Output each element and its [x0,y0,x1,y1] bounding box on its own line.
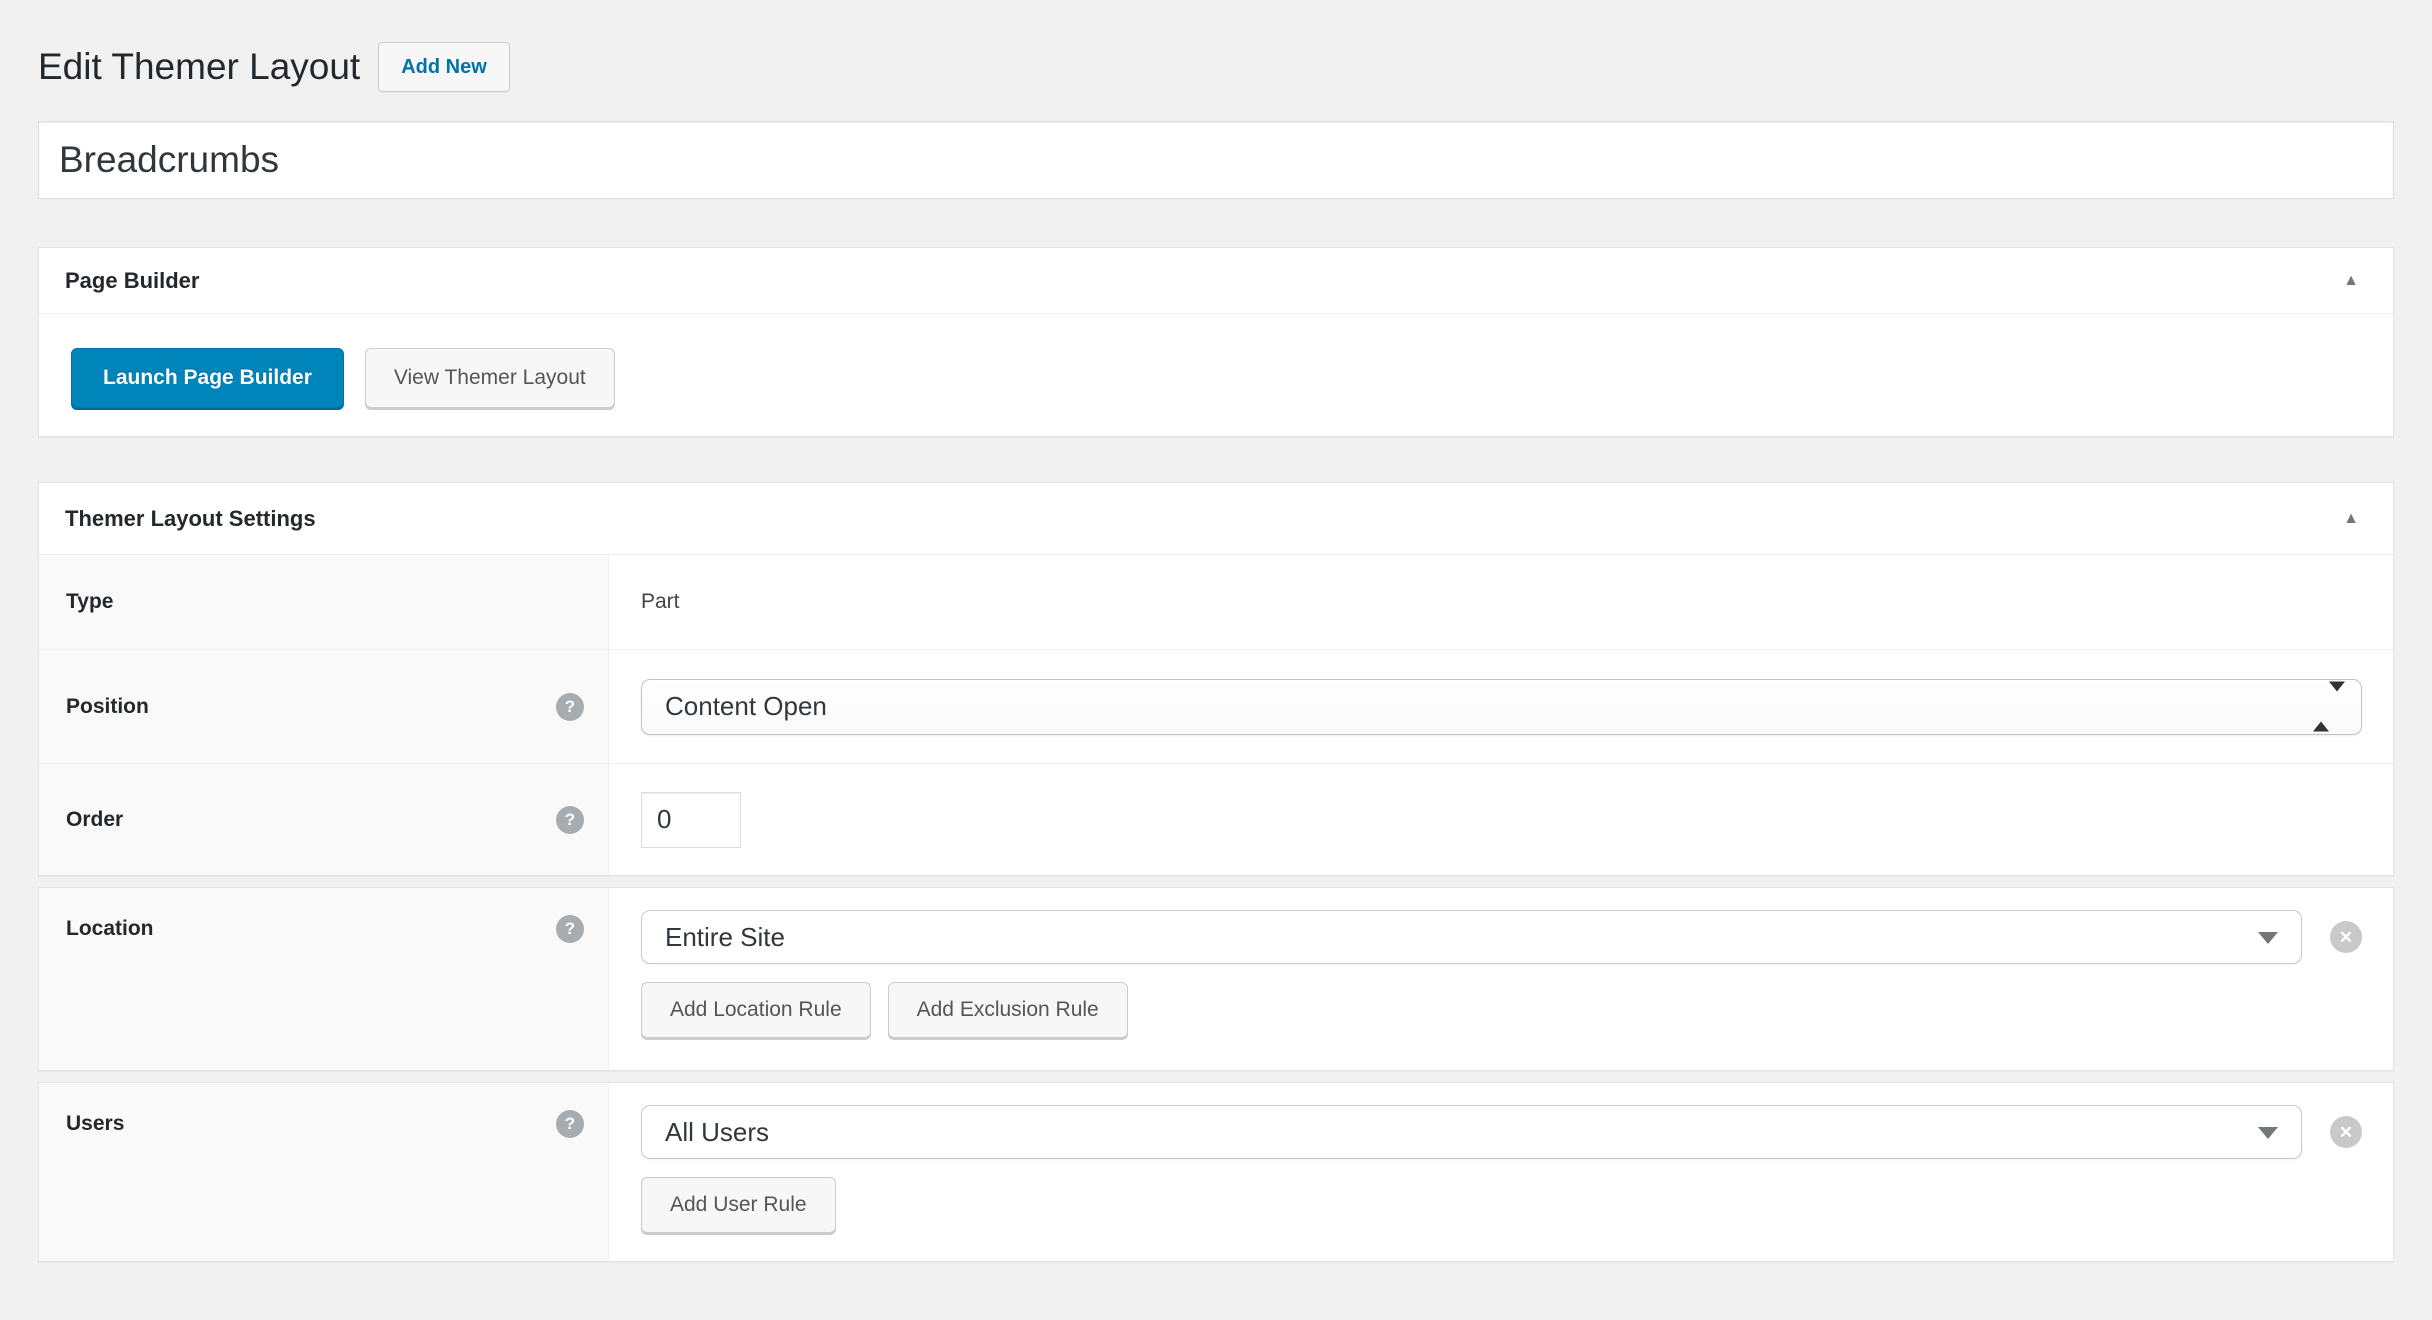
page-builder-metabox-body: Launch Page Builder View Themer Layout [39,314,2393,436]
themer-layout-settings: Themer Layout Settings ▲ Type Part Posit… [38,482,2394,1262]
order-label-cell: Order ? [39,764,609,875]
section-divider [38,1071,2394,1082]
help-icon[interactable]: ? [556,915,584,943]
remove-location-rule-icon[interactable]: ✕ [2330,921,2362,953]
users-section: Users ? All Users ✕ Add User Rule [38,1082,2394,1262]
settings-metabox: Themer Layout Settings ▲ Type Part Posit… [38,482,2394,876]
location-rule-line: Entire Site ✕ [641,910,2362,964]
position-value-cell: Content Open [609,650,2393,763]
layout-title-input[interactable] [38,121,2394,199]
chevron-up-icon [2313,691,2329,731]
order-row: Order ? [39,763,2393,875]
type-value-cell: Part [609,555,2393,649]
add-new-button[interactable]: Add New [378,42,510,92]
users-label-cell: Users ? [39,1083,609,1261]
location-rule-select[interactable]: Entire Site [641,910,2302,964]
page-builder-metabox: Page Builder ▲ Launch Page Builder View … [38,247,2394,437]
location-label-cell: Location ? [39,888,609,1070]
page-builder-metabox-title: Page Builder [65,268,199,294]
user-rule-buttons: Add User Rule [641,1177,2362,1233]
chevron-down-icon [2258,932,2278,944]
content-area: Edit Themer Layout Add New Page Builder … [0,0,2432,1262]
position-select[interactable]: Content Open [641,679,2362,735]
add-user-rule-button[interactable]: Add User Rule [641,1177,836,1233]
type-label: Type [66,588,113,616]
location-section: Location ? Entire Site ✕ Add Location Ru… [38,887,2394,1071]
location-row: Location ? Entire Site ✕ Add Location Ru… [39,888,2393,1070]
location-rule-buttons: Add Location Rule Add Exclusion Rule [641,982,2362,1038]
section-divider [38,876,2394,887]
position-label: Position [66,693,149,721]
view-themer-layout-button[interactable]: View Themer Layout [365,348,615,408]
location-rule-value: Entire Site [665,922,785,953]
settings-metabox-title: Themer Layout Settings [65,506,316,532]
settings-metabox-header: Themer Layout Settings ▲ [39,483,2393,555]
page-title: Edit Themer Layout [38,41,360,93]
page-header: Edit Themer Layout Add New [38,0,2394,96]
chevron-down-icon [2329,681,2345,721]
type-value: Part [641,590,680,614]
select-stepper-icon [2313,691,2345,722]
location-value-cell: Entire Site ✕ Add Location Rule Add Excl… [609,888,2393,1070]
launch-page-builder-button[interactable]: Launch Page Builder [71,348,344,408]
add-exclusion-rule-button[interactable]: Add Exclusion Rule [888,982,1128,1038]
help-icon[interactable]: ? [556,806,584,834]
user-rule-value: All Users [665,1117,769,1148]
collapse-icon[interactable]: ▲ [2335,511,2367,527]
chevron-down-icon [2258,1127,2278,1139]
type-label-cell: Type [39,555,609,649]
add-location-rule-button[interactable]: Add Location Rule [641,982,871,1038]
help-icon[interactable]: ? [556,693,584,721]
order-label: Order [66,806,123,834]
order-input[interactable] [641,792,741,848]
users-value-cell: All Users ✕ Add User Rule [609,1083,2393,1261]
user-rule-line: All Users ✕ [641,1105,2362,1159]
users-label: Users [66,1110,124,1138]
remove-user-rule-icon[interactable]: ✕ [2330,1116,2362,1148]
order-value-cell [609,764,2393,875]
position-label-cell: Position ? [39,650,609,763]
help-icon[interactable]: ? [556,1110,584,1138]
position-row: Position ? Content Open [39,649,2393,763]
collapse-icon[interactable]: ▲ [2335,273,2367,289]
location-label: Location [66,915,154,943]
position-select-value: Content Open [665,691,827,722]
users-row: Users ? All Users ✕ Add User Rule [39,1083,2393,1261]
user-rule-select[interactable]: All Users [641,1105,2302,1159]
page-builder-metabox-header: Page Builder ▲ [39,248,2393,314]
type-row: Type Part [39,555,2393,649]
